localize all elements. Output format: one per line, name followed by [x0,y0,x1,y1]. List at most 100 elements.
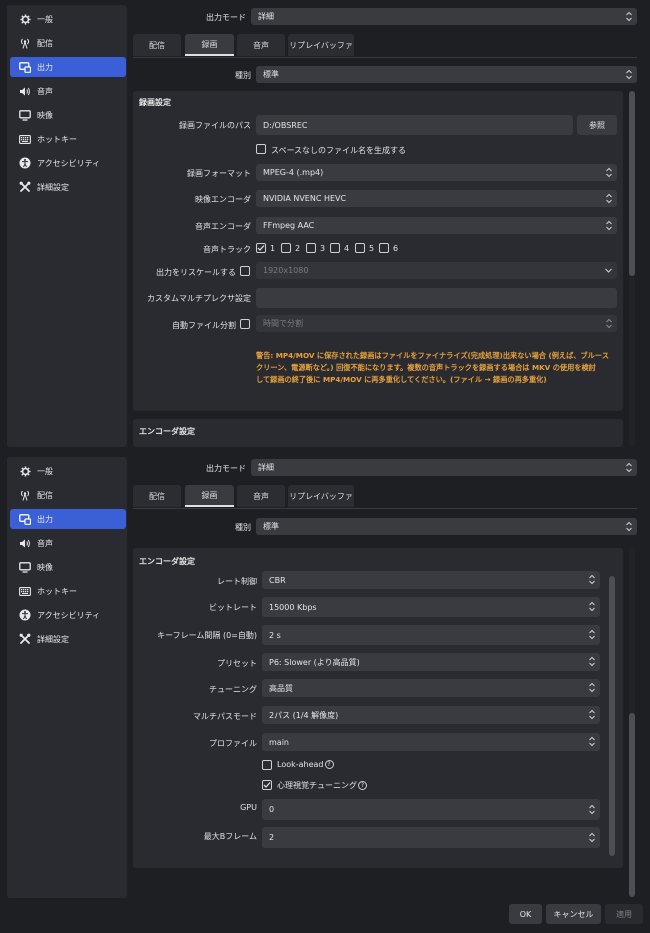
sidebar-item-hotkeys[interactable]: ホットキー [10,129,126,149]
track-2-checkbox[interactable] [281,243,291,253]
sidebar-item-advanced[interactable]: 詳細設定 [10,629,126,649]
keyframe-label: キーフレーム間隔 (0=自動) [157,631,257,640]
psycho-visual-text: 心理視覚チューニング [277,781,357,790]
sidebar-item-stream[interactable]: 配信 [10,33,126,53]
gpu-spinbox[interactable]: 0 [262,799,600,820]
help-icon[interactable]: ? [358,781,367,790]
ok-button[interactable]: OK [509,904,542,924]
path-input[interactable]: D:/OBSREC [256,115,573,135]
audio-encoder-select[interactable]: FFmpeg AAC [256,217,617,234]
tab-recording[interactable]: 録画 [185,34,234,56]
sidebar-item-advanced[interactable]: 詳細設定 [10,177,126,197]
track-5-checkbox[interactable] [355,243,365,253]
updown-arrows-icon [626,521,632,532]
multipass-select[interactable]: 2パス (1/4 解像度) [262,706,600,724]
browse-label: 参照 [589,120,605,130]
inner-scrollbar-thumb[interactable] [609,576,615,856]
audio-encoder-label: 音声エンコーダ [195,222,251,231]
tab-label: リプレイバッファ [289,40,353,50]
scrollbar-thumb[interactable] [629,91,635,276]
tab-bar: 配信 録画 音声 リプレイバッファ [133,34,637,58]
help-icon[interactable]: ? [324,760,334,769]
settings-panel-top: 一般 配信 出力 音声 映像 ホットキー アクセシビリティ 詳細設定 出力モード… [0,0,650,450]
type-label: 種別 [235,523,251,532]
updown-arrows-icon [589,682,595,693]
type-select[interactable]: 標準 [256,518,637,535]
muxer-label: カスタムマルチプレクサ設定 [147,294,251,303]
chevron-down-icon [605,268,612,273]
muxer-input[interactable] [256,288,617,308]
psycho-visual-label: 心理視覚チューニング? [277,780,367,791]
video-encoder-value: NVIDIA NVENC HEVC [263,194,347,203]
apply-button[interactable]: 適用 [605,904,643,924]
stepper-arrows-icon[interactable] [588,804,596,815]
tab-recording[interactable]: 録画 [185,485,234,507]
stepper-arrows-icon[interactable] [588,832,596,843]
format-select[interactable]: MPEG-4 (.mp4) [256,164,617,181]
scrollbar-thumb[interactable] [629,713,635,897]
stepper-arrows-icon[interactable] [588,601,596,612]
sidebar-item-general[interactable]: 一般 [10,461,126,481]
sidebar-item-accessibility[interactable]: アクセシビリティ [10,153,126,173]
preset-value: P6: Slower (より高品質) [269,657,360,667]
sidebar-item-video[interactable]: 映像 [10,557,126,577]
keyframe-value: 2 s [269,630,281,640]
keyframe-spinbox[interactable]: 2 s [262,625,600,645]
bitrate-spinbox[interactable]: 15000 Kbps [262,597,600,617]
psycho-visual-checkbox[interactable] [262,780,272,790]
track-3-checkbox[interactable] [306,243,316,253]
sidebar-item-output[interactable]: 出力 [10,57,126,77]
cancel-button[interactable]: キャンセル [546,904,601,924]
output-mode-select[interactable]: 詳細 [251,8,637,25]
updown-arrows-icon [606,193,612,204]
video-encoder-select[interactable]: NVIDIA NVENC HEVC [256,190,617,207]
sidebar-item-video[interactable]: 映像 [10,105,126,125]
sidebar-item-output[interactable]: 出力 [10,509,126,529]
track-1-label: 1 [270,244,276,253]
bitrate-value: 15000 Kbps [269,602,317,612]
tab-stream[interactable]: 配信 [133,34,181,56]
tab-replay-buffer[interactable]: リプレイバッファ [288,34,354,56]
lookahead-text: Look-ahead [277,760,324,769]
bitrate-label: ビットレート [209,603,257,612]
sidebar-item-label: 一般 [37,14,53,24]
stepper-arrows-icon[interactable] [588,629,596,640]
output-mode-value: 詳細 [258,463,274,472]
track-4-checkbox[interactable] [330,243,340,253]
autosplit-checkbox[interactable] [240,319,250,329]
group-title: 録画設定 [139,98,171,107]
monitor-icon [19,109,31,121]
tab-replay-buffer[interactable]: リプレイバッファ [288,485,354,507]
type-select[interactable]: 標準 [256,66,637,83]
lookahead-checkbox[interactable] [262,760,272,770]
browse-button[interactable]: 参照 [577,115,617,135]
output-mode-select[interactable]: 詳細 [251,459,637,476]
sidebar-item-stream[interactable]: 配信 [10,485,126,505]
tuning-select[interactable]: 高品質 [262,679,600,697]
output-mode-label: 出力モード [206,464,246,473]
rate-control-select[interactable]: CBR [262,571,600,589]
tuning-value: 高品質 [269,683,293,693]
sidebar-item-audio[interactable]: 音声 [10,533,126,553]
tab-stream[interactable]: 配信 [133,485,181,507]
preset-select[interactable]: P6: Slower (より高品質) [262,653,600,671]
sidebar-item-label: 一般 [37,466,53,476]
sidebar-item-audio[interactable]: 音声 [10,81,126,101]
warning-line: 警告: MP4/MOV に保存された録画はファイルをファイナライズ(完成処理)出… [256,351,609,360]
track-6-checkbox[interactable] [379,243,389,253]
sidebar-item-accessibility[interactable]: アクセシビリティ [10,605,126,625]
bframes-spinbox[interactable]: 2 [262,827,600,848]
sidebar-item-hotkeys[interactable]: ホットキー [10,581,126,601]
tab-audio[interactable]: 音声 [237,485,285,507]
profile-select[interactable]: main [262,733,600,751]
tab-audio[interactable]: 音声 [237,34,285,56]
path-value: D:/OBSREC [263,120,308,130]
sidebar-item-label: アクセシビリティ [37,610,101,620]
rescale-select[interactable]: 1920x1080 [256,262,617,279]
rescale-checkbox[interactable] [240,266,250,276]
keyboard-icon [19,585,31,597]
autosplit-select[interactable]: 時間で分割 [256,315,617,332]
no-space-checkbox[interactable] [256,144,266,154]
sidebar-item-general[interactable]: 一般 [10,9,126,29]
track-1-checkbox[interactable] [256,243,266,253]
